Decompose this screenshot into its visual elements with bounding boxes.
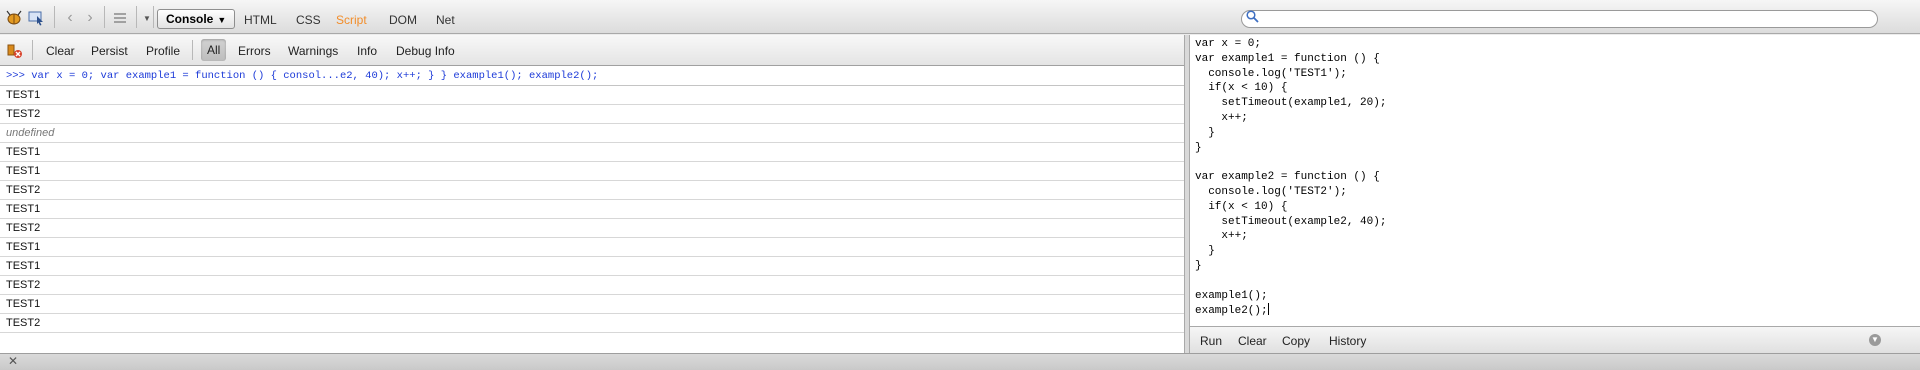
search-icon xyxy=(1246,10,1259,26)
persist-button[interactable]: Persist xyxy=(91,44,128,58)
log-row: TEST2 xyxy=(0,276,1184,295)
text-cursor xyxy=(1267,303,1269,316)
log-row: TEST1 xyxy=(0,238,1184,257)
dropdown-caret-icon[interactable]: ▼ xyxy=(137,8,157,28)
filter-info-button[interactable]: Info xyxy=(357,44,377,58)
filter-errors-button[interactable]: Errors xyxy=(238,44,271,58)
command-bar: Run Clear Copy History ▼ xyxy=(1190,326,1920,353)
clear-editor-button[interactable]: Clear xyxy=(1238,334,1267,348)
console-toolbar: Clear Persist Profile All Errors Warning… xyxy=(0,35,1184,66)
run-button[interactable]: Run xyxy=(1200,334,1222,348)
forward-icon[interactable]: › xyxy=(80,8,100,28)
log-row: TEST2 xyxy=(0,181,1184,200)
log-row: TEST2 xyxy=(0,219,1184,238)
search-input[interactable] xyxy=(1262,11,1866,27)
close-icon[interactable]: ✕ xyxy=(8,354,18,368)
filter-warnings-button[interactable]: Warnings xyxy=(288,44,338,58)
log-row: TEST2 xyxy=(0,314,1184,333)
history-button[interactable]: History xyxy=(1329,334,1366,348)
log-row: TEST1 xyxy=(0,257,1184,276)
console-label: Console xyxy=(166,12,214,26)
copy-button[interactable]: Copy xyxy=(1282,334,1310,348)
firebug-icon[interactable] xyxy=(4,8,24,28)
firebug-toolbar: ‹ › ▼ Console ▼ HTML CSS Script DOM Net xyxy=(0,0,1920,34)
log-row: TEST2 xyxy=(0,105,1184,124)
log-row: TEST1 xyxy=(0,200,1184,219)
profile-button[interactable]: Profile xyxy=(146,44,180,58)
log-row: TEST1 xyxy=(0,162,1184,181)
back-icon[interactable]: ‹ xyxy=(60,8,80,28)
inspect-icon[interactable] xyxy=(27,8,47,28)
clear-button[interactable]: Clear xyxy=(46,44,75,58)
console-panel-button[interactable]: Console ▼ xyxy=(157,9,236,29)
tab-net[interactable]: Net xyxy=(436,13,455,27)
log-row: TEST1 xyxy=(0,295,1184,314)
status-bar: ✕ xyxy=(0,353,1920,370)
tab-css[interactable]: CSS xyxy=(296,13,321,27)
tab-html[interactable]: HTML xyxy=(244,13,277,27)
command-editor[interactable]: var x = 0; var example1 = function () { … xyxy=(1195,37,1915,324)
console-log: >>> var x = 0; var example1 = function (… xyxy=(0,67,1184,333)
log-row: TEST1 xyxy=(0,86,1184,105)
console-pane: Clear Persist Profile All Errors Warning… xyxy=(0,35,1184,353)
log-command-row[interactable]: >>> var x = 0; var example1 = function (… xyxy=(0,67,1184,86)
tab-dom[interactable]: DOM xyxy=(389,13,417,27)
list-icon[interactable] xyxy=(110,8,130,28)
collapse-editor-icon[interactable]: ▼ xyxy=(1869,334,1881,346)
console-menu-caret-icon: ▼ xyxy=(217,15,227,25)
editor-code: var x = 0; var example1 = function () { … xyxy=(1195,38,1387,318)
log-row: TEST1 xyxy=(0,143,1184,162)
log-row-undefined: undefined xyxy=(0,124,1184,143)
command-editor-pane: var x = 0; var example1 = function () { … xyxy=(1190,35,1920,353)
filter-all-button[interactable]: All xyxy=(201,39,227,61)
clear-console-icon[interactable] xyxy=(7,43,22,58)
filter-debug-info-button[interactable]: Debug Info xyxy=(396,44,455,58)
search-box[interactable] xyxy=(1241,10,1878,28)
tab-script[interactable]: Script xyxy=(336,13,367,27)
